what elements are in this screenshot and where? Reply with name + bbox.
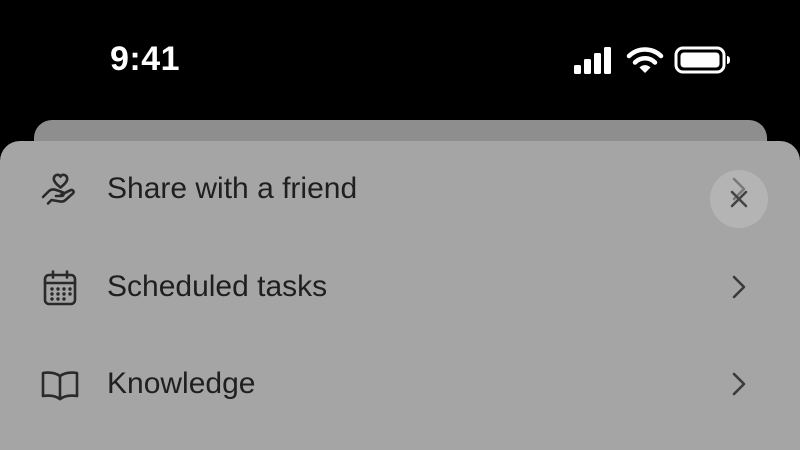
close-button[interactable] <box>710 170 768 228</box>
menu-item-label: Share with a friend <box>107 172 358 205</box>
screen: 9:41 Share with a friend Scheduled tasks… <box>0 0 800 450</box>
battery-icon <box>674 46 730 74</box>
menu-item-label: Knowledge <box>107 367 256 400</box>
menu-item-knowledge[interactable]: Knowledge <box>0 348 800 420</box>
close-icon <box>730 190 748 208</box>
menu-item-scheduled-tasks[interactable]: Scheduled tasks <box>0 251 800 323</box>
status-time: 9:41 <box>110 40 181 78</box>
wifi-icon <box>626 47 664 73</box>
book-open-icon <box>40 365 80 405</box>
chevron-right-icon <box>725 369 753 399</box>
status-icons <box>572 44 732 76</box>
status-bar: 9:41 <box>0 0 800 120</box>
cellular-signal-icon <box>574 47 611 74</box>
bottom-sheet: Share with a friend Scheduled tasks Know… <box>0 141 800 450</box>
chevron-right-icon <box>725 272 753 302</box>
menu-item-share-with-a-friend[interactable]: Share with a friend <box>0 153 800 225</box>
menu-item-label: Scheduled tasks <box>107 270 328 303</box>
hand-heart-icon <box>40 170 80 210</box>
calendar-icon <box>40 268 80 308</box>
